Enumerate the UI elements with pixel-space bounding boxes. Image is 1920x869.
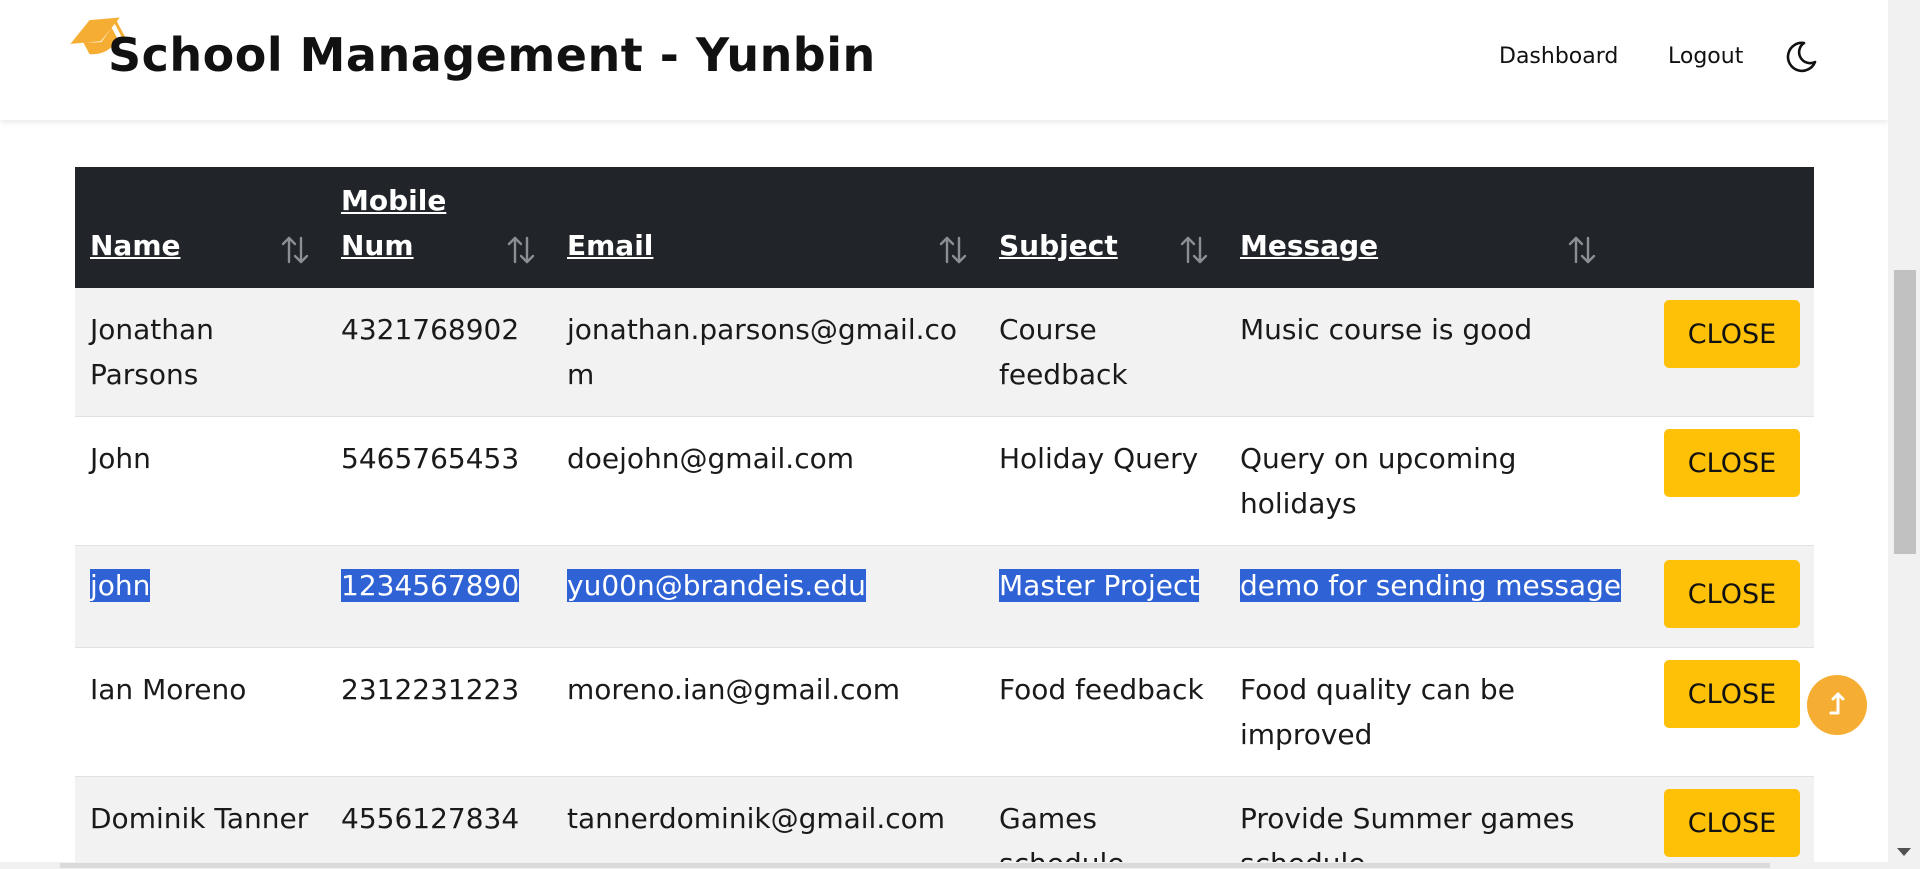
column-header-label[interactable]: Name	[90, 223, 181, 268]
selected-text: Master Project	[999, 569, 1200, 602]
cell-mobile: 5465765453	[326, 416, 552, 546]
arrow-up-icon	[1829, 692, 1845, 715]
table-header-row: Name Mobile Num Email Subject Message	[75, 167, 1814, 288]
sort-icon[interactable]	[280, 234, 310, 266]
cell-action: CLOSE	[1649, 545, 1814, 648]
table-row-selected: john 1234567890 yu00n@brandeis.edu Maste…	[75, 545, 1814, 648]
cell-text: feedback	[999, 358, 1128, 391]
selected-text: 1234567890	[341, 569, 520, 602]
close-button[interactable]: CLOSE	[1664, 660, 1800, 728]
cell-action: CLOSE	[1649, 647, 1814, 777]
close-button[interactable]: CLOSE	[1664, 300, 1800, 368]
cell-email: yu00n@brandeis.edu	[552, 545, 984, 648]
cell-email: jonathan.parsons@gmail.com	[552, 288, 984, 417]
page-title: School Management - Yunbin	[108, 28, 876, 82]
column-header-label[interactable]: Message	[1240, 223, 1378, 268]
nav-logout-link[interactable]: Logout	[1668, 44, 1743, 69]
column-header-label[interactable]: Email	[567, 223, 653, 268]
column-header-mobile[interactable]: Mobile Num	[326, 167, 552, 288]
column-header-label[interactable]: Subject	[999, 223, 1118, 268]
selected-text: demo for sending message	[1240, 569, 1622, 602]
cell-text: Food quality can be	[1240, 673, 1515, 706]
cell-action: CLOSE	[1649, 416, 1814, 546]
cell-email: doejohn@gmail.com	[552, 416, 984, 546]
cell-name: john	[75, 545, 326, 648]
table-row: Jonathan Parsons 4321768902 jonathan.pars…	[75, 288, 1814, 417]
cell-email: moreno.ian@gmail.com	[552, 647, 984, 777]
cell-subject: Holiday Query	[984, 416, 1225, 546]
sort-icon[interactable]	[1179, 234, 1209, 266]
cell-message: Provide Summer games schedule	[1225, 776, 1649, 869]
cell-mobile: 1234567890	[326, 545, 552, 648]
cell-text: improved	[1240, 718, 1373, 751]
cell-action: CLOSE	[1649, 288, 1814, 417]
close-button[interactable]: CLOSE	[1664, 429, 1800, 497]
nav-dashboard-link[interactable]: Dashboard	[1499, 44, 1618, 69]
cell-message: Music course is good	[1225, 288, 1649, 417]
column-header-name[interactable]: Name	[75, 167, 326, 288]
cell-message: Food quality can be improved	[1225, 647, 1649, 777]
sort-icon[interactable]	[938, 234, 968, 266]
cell-name: Dominik Tanner	[75, 776, 326, 869]
cell-mobile: 4556127834	[326, 776, 552, 869]
horizontal-scrollbar[interactable]	[0, 862, 1888, 869]
cell-text: Parsons	[90, 358, 199, 391]
scroll-down-arrow-icon[interactable]	[1897, 848, 1911, 856]
cell-subject: Master Project	[984, 545, 1225, 648]
column-header-actions	[1649, 167, 1814, 288]
messages-table: Name Mobile Num Email Subject Message Jo…	[75, 167, 1814, 869]
cell-message: Query on upcoming holidays	[1225, 416, 1649, 546]
messages-table-wrapper: Name Mobile Num Email Subject Message Jo…	[75, 167, 1814, 869]
header-line: Mobile	[341, 184, 447, 217]
cell-text: Games	[999, 802, 1097, 835]
cell-message: demo for sending message	[1225, 545, 1649, 648]
cell-name: Jonathan Parsons	[75, 288, 326, 417]
selected-text: yu00n@brandeis.edu	[567, 569, 866, 602]
horizontal-scrollbar-thumb[interactable]	[60, 863, 1770, 868]
page: School Management - Yunbin Dashboard Log…	[0, 0, 1920, 869]
selected-text: john	[90, 569, 151, 602]
column-header-email[interactable]: Email	[552, 167, 984, 288]
cell-name: Ian Moreno	[75, 647, 326, 777]
column-header-message[interactable]: Message	[1225, 167, 1649, 288]
moon-icon[interactable]	[1784, 40, 1818, 74]
sort-icon[interactable]	[1567, 234, 1597, 266]
cell-text: Provide Summer games	[1240, 802, 1575, 835]
cell-mobile: 4321768902	[326, 288, 552, 417]
cell-subject: Food feedback	[984, 647, 1225, 777]
table-row: Ian Moreno 2312231223 moreno.ian@gmail.c…	[75, 647, 1814, 777]
cell-subject: Games schedule	[984, 776, 1225, 869]
cell-name: John	[75, 416, 326, 546]
close-button[interactable]: CLOSE	[1664, 789, 1800, 857]
navbar: School Management - Yunbin Dashboard Log…	[0, 0, 1888, 120]
cell-text: Course	[999, 313, 1097, 346]
scroll-to-top-button[interactable]	[1807, 675, 1867, 735]
table-row: Dominik Tanner 4556127834 tannerdominik@…	[75, 776, 1814, 869]
column-header-subject[interactable]: Subject	[984, 167, 1225, 288]
header-line: Num	[341, 229, 414, 262]
cell-mobile: 2312231223	[326, 647, 552, 777]
cell-email: tannerdominik@gmail.com	[552, 776, 984, 869]
column-header-label[interactable]: Mobile Num	[341, 178, 446, 268]
close-button[interactable]: CLOSE	[1664, 560, 1800, 628]
cell-text: Jonathan	[90, 313, 214, 346]
cell-action: CLOSE	[1649, 776, 1814, 869]
scrollbar-thumb[interactable]	[1894, 270, 1916, 554]
vertical-scrollbar[interactable]	[1888, 0, 1920, 869]
sort-icon[interactable]	[506, 234, 536, 266]
cell-subject: Course feedback	[984, 288, 1225, 417]
table-row: John 5465765453 doejohn@gmail.com Holida…	[75, 416, 1814, 546]
